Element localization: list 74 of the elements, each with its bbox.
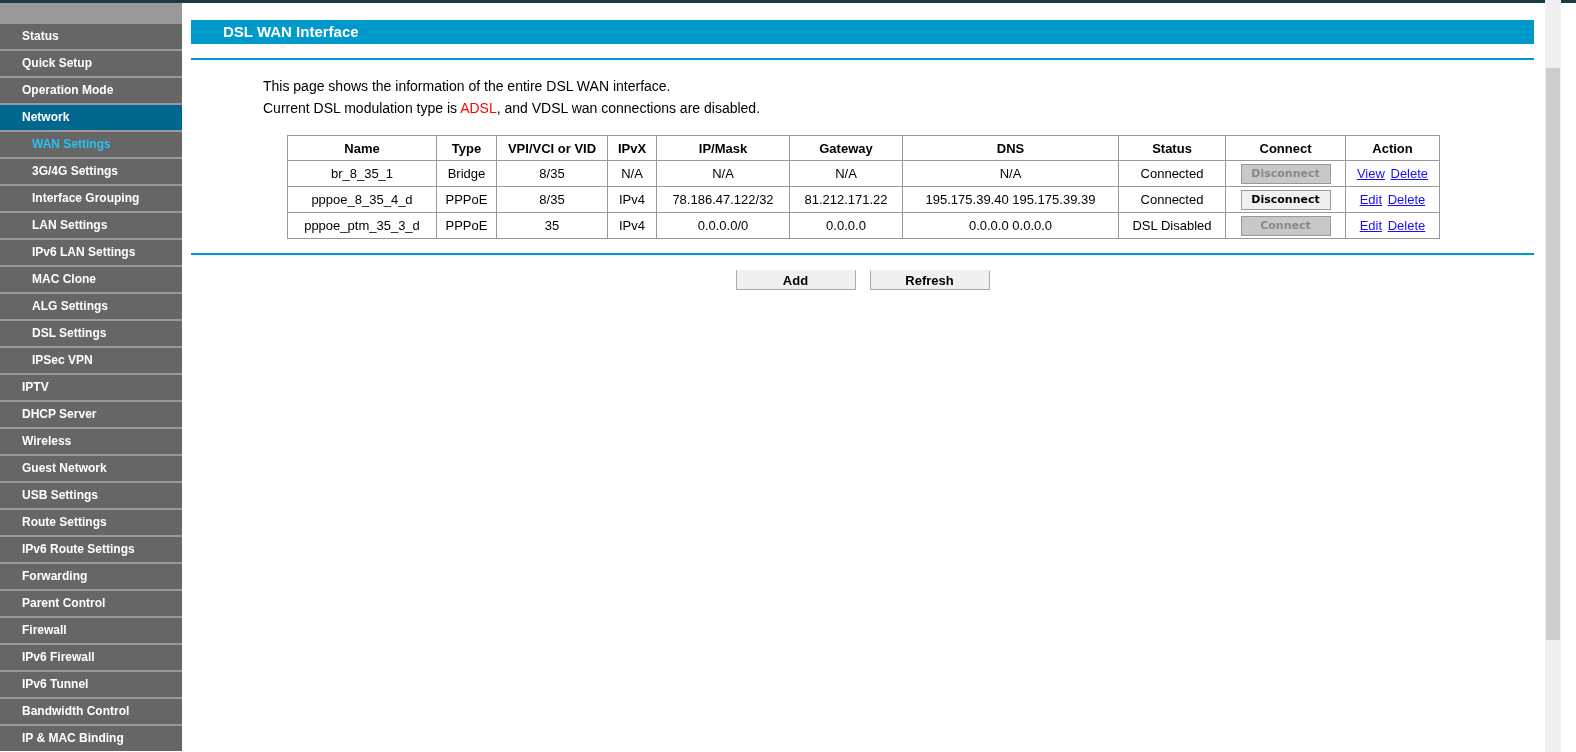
table-cell: 78.186.47.122/32 (656, 186, 790, 213)
sidebar-item[interactable]: Bandwidth Control (0, 697, 182, 724)
table-cell: N/A (789, 160, 903, 187)
table-cell: br_8_35_1 (287, 160, 437, 187)
table-cell: DSL Disabled (1118, 212, 1226, 239)
table-cell: 8/35 (496, 186, 608, 213)
table-cell: 81.212.171.22 (789, 186, 903, 213)
sidebar-item[interactable]: Network (0, 103, 182, 130)
table-cell: PPPoE (436, 212, 497, 239)
sidebar-subitem[interactable]: MAC Clone (0, 265, 182, 292)
column-header: Name (287, 135, 437, 161)
table-cell: PPPoE (436, 186, 497, 213)
description-text: Current DSL modulation type is ADSL, and VDSL wan connections are disabled. (263, 100, 762, 116)
table-cell: Bridge (436, 160, 497, 187)
column-header: IPvX (607, 135, 657, 161)
sidebar-subitem[interactable]: LAN Settings (0, 211, 182, 238)
sidebar-item[interactable]: DHCP Server (0, 400, 182, 427)
table-cell: 195.175.39.40 195.175.39.39 (902, 186, 1119, 213)
table-cell: N/A (656, 160, 790, 187)
scrollbar-thumb[interactable] (1546, 68, 1560, 640)
table-cell: IPv4 (607, 186, 657, 213)
sidebar-item[interactable]: USB Settings (0, 481, 182, 508)
action-button[interactable]: Refresh (869, 270, 990, 290)
sidebar-item[interactable]: Forwarding (0, 562, 182, 589)
action-link[interactable]: Delete (1387, 192, 1426, 207)
sidebar-item[interactable]: Status (0, 22, 182, 49)
table-cell: 0.0.0.0 (789, 212, 903, 239)
sidebar-subitem[interactable]: IPSec VPN (0, 346, 182, 373)
action-link[interactable]: Edit (1359, 192, 1383, 207)
table-cell: N/A (607, 160, 657, 187)
column-header: IP/Mask (656, 135, 790, 161)
column-header: Status (1118, 135, 1226, 161)
table-cell: 8/35 (496, 160, 608, 187)
sidebar-subitem[interactable]: 3G/4G Settings (0, 157, 182, 184)
sidebar-item[interactable]: Operation Mode (0, 76, 182, 103)
table-cell: Connected (1118, 186, 1226, 213)
sidebar-item[interactable]: Parent Control (0, 589, 182, 616)
sidebar-item[interactable]: Route Settings (0, 508, 182, 535)
sidebar-item[interactable]: IP & MAC Binding (0, 724, 182, 751)
action-link[interactable]: Delete (1390, 166, 1429, 181)
table-cell: IPv4 (607, 212, 657, 239)
sidebar-item[interactable]: Wireless (0, 427, 182, 454)
sidebar-item[interactable]: IPTV (0, 373, 182, 400)
column-header: Action (1345, 135, 1440, 161)
column-header: Connect (1225, 135, 1346, 161)
table-cell: Connected (1118, 160, 1226, 187)
column-header: Type (436, 135, 497, 161)
page-title: DSL WAN Interface (191, 20, 1534, 44)
column-header: DNS (902, 135, 1119, 161)
table-cell: pppoe_ptm_35_3_d (287, 212, 437, 239)
action-link[interactable]: Delete (1387, 218, 1426, 233)
column-header: Gateway (789, 135, 903, 161)
sidebar-subitem[interactable]: ALG Settings (0, 292, 182, 319)
table-cell: 35 (496, 212, 608, 239)
scrollbar[interactable] (1545, 0, 1561, 752)
sidebar-item[interactable]: IPv6 Firewall (0, 643, 182, 670)
action-link[interactable]: View (1356, 166, 1385, 181)
action-link[interactable]: Edit (1359, 218, 1383, 233)
table-cell: N/A (902, 160, 1119, 187)
table-cell: 0.0.0.0/0 (656, 212, 790, 239)
table-cell: pppoe_8_35_4_d (287, 186, 437, 213)
sidebar-item[interactable]: Firewall (0, 616, 182, 643)
sidebar-subitem[interactable]: Interface Grouping (0, 184, 182, 211)
description-text: This page shows the information of the entire DSL WAN interface. (263, 78, 672, 94)
sidebar-item[interactable]: Quick Setup (0, 49, 182, 76)
sidebar-subitem[interactable]: DSL Settings (0, 319, 182, 346)
connect-button[interactable]: Disconnect (1240, 189, 1331, 210)
action-button[interactable]: Add (735, 270, 856, 290)
sidebar-subitem[interactable]: IPv6 LAN Settings (0, 238, 182, 265)
sidebar-item[interactable]: Guest Network (0, 454, 182, 481)
sidebar-item[interactable]: IPv6 Route Settings (0, 535, 182, 562)
column-header: VPI/VCI or VID (496, 135, 608, 161)
sidebar-item[interactable]: IPv6 Tunnel (0, 670, 182, 697)
table-cell: 0.0.0.0 0.0.0.0 (902, 212, 1119, 239)
